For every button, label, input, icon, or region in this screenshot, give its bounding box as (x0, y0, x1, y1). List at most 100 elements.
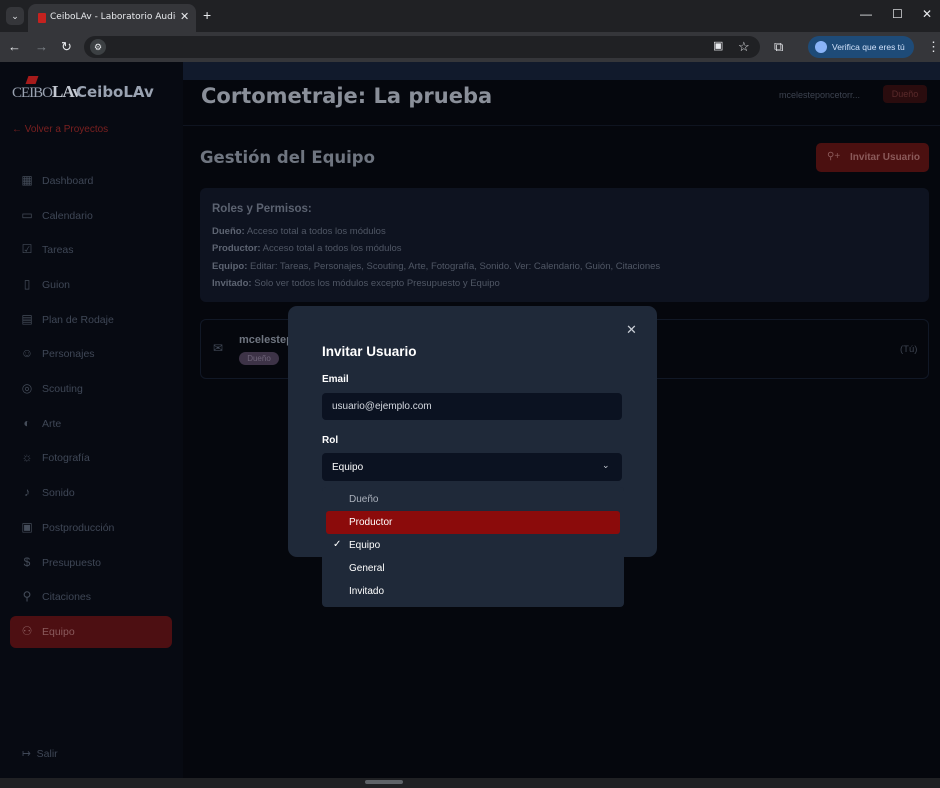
sidebar-item-label: Tareas (42, 244, 74, 256)
maximize-icon[interactable]: ☐ (892, 7, 903, 21)
favicon-icon (38, 13, 46, 23)
sidebar-item-sonido[interactable]: ♪ Sonido (10, 477, 172, 509)
site-settings-icon[interactable]: ⚙ (90, 39, 106, 55)
role-line-dueno: Dueño: Acceso total a todos los módulos (212, 226, 386, 237)
back-to-projects-link[interactable]: ← Volver a Proyectos (12, 124, 108, 135)
user-role-badge: Dueño (883, 85, 927, 103)
logout-button[interactable]: ↦ Salir (22, 748, 58, 760)
sidebar-item-postproduccion[interactable]: ▣ Postproducción (10, 512, 172, 544)
profile-verify-button[interactable]: Verifica que eres tú (808, 36, 914, 58)
app-name: CeiboLAv (76, 83, 154, 101)
profile-icon (815, 41, 827, 53)
calendar-icon: ▭ (21, 208, 33, 222)
bookmark-star-icon[interactable]: ☆ (738, 39, 750, 55)
rol-option-general[interactable]: General (326, 557, 620, 580)
option-label: Dueño (349, 494, 379, 505)
sidebar-item-label: Equipo (42, 626, 75, 638)
tab-close-icon[interactable]: ✕ (180, 10, 189, 23)
sidebar-item-label: Citaciones (42, 591, 92, 603)
sidebar-item-label: Scouting (42, 383, 83, 395)
smile-icon: ☺ (20, 346, 34, 360)
sidebar-item-label: Presupuesto (42, 557, 101, 569)
dashboard-icon: ▦ (21, 173, 33, 187)
sun-icon: ☼ (21, 450, 33, 464)
user-name: mcelesteponcetorr... (779, 90, 861, 100)
option-label: General (349, 563, 385, 574)
horizontal-scrollbar[interactable] (365, 780, 403, 784)
minimize-icon[interactable]: — (860, 7, 872, 21)
option-label: Equipo (349, 540, 381, 551)
invite-user-label: Invitar Usuario (850, 152, 921, 163)
rol-label: Rol (322, 435, 339, 446)
browser-tabstrip: ⌄ CeiboLAv - Laboratorio Audiovisual ✕ +… (0, 0, 940, 32)
sidebar-item-presupuesto[interactable]: $ Presupuesto (10, 547, 172, 579)
role-line-invitado: Invitado: Solo ver todos los módulos exc… (212, 278, 500, 289)
address-bar[interactable]: ⚙ (84, 36, 760, 58)
extensions-icon[interactable]: ⧉ (774, 39, 783, 55)
book-icon: ▯ (23, 277, 31, 291)
close-icon[interactable]: ✕ (626, 322, 637, 338)
browser-toolbar: ← → ↻ ⚙ ▣ ☆ ⧉ Verifica que eres tú ⋮ (0, 32, 940, 62)
browser-menu-icon[interactable]: ⋮ (927, 39, 940, 55)
palette-icon: ◐ (23, 416, 31, 430)
email-label: Email (322, 374, 349, 385)
users-icon: ⚇ (21, 624, 33, 638)
sidebar-item-arte[interactable]: ◐ Arte (10, 408, 172, 440)
logo: CEIBOLAv (12, 82, 81, 101)
member-name: mcelestep (239, 334, 293, 346)
bottom-bar (0, 778, 940, 788)
film-icon: ▤ (21, 312, 33, 326)
sidebar: CEIBOLAv CeiboLAv ← Volver a Proyectos ▦… (0, 62, 183, 778)
sidebar-item-label: Dashboard (42, 175, 94, 187)
rol-selected-value: Equipo (332, 462, 364, 473)
logout-icon: ↦ (22, 748, 31, 760)
sidebar-item-fotografia[interactable]: ☼ Fotografía (10, 442, 172, 474)
sidebar-item-citaciones[interactable]: ⚲ Citaciones (10, 581, 172, 613)
email-field[interactable] (322, 393, 622, 420)
window-close-icon[interactable]: ✕ (922, 7, 932, 21)
sidebar-item-label: Plan de Rodaje (42, 314, 114, 326)
role-line-productor: Productor: Acceso total a todos los módu… (212, 243, 402, 254)
checkbox-icon: ☑ (21, 242, 33, 256)
modal-title: Invitar Usuario (322, 344, 417, 359)
sidebar-item-tareas[interactable]: ☑ Tareas (10, 234, 172, 266)
member-role-badge: Dueño (239, 352, 279, 365)
sidebar-item-calendario[interactable]: ▭ Calendario (10, 200, 172, 232)
rol-select[interactable]: Equipo ⌄ (322, 453, 622, 481)
translate-icon[interactable]: ▣ (713, 39, 723, 52)
dollar-icon: $ (23, 555, 31, 569)
sidebar-item-label: Sonido (42, 487, 75, 499)
sidebar-item-label: Arte (42, 418, 62, 430)
sidebar-item-label: Fotografía (42, 452, 90, 464)
page-title: Cortometraje: La prueba (201, 84, 493, 108)
sidebar-item-label: Calendario (42, 210, 93, 222)
member-you-label: (Tú) (900, 344, 918, 355)
rol-option-productor[interactable]: Productor (326, 511, 620, 534)
sidebar-item-personajes[interactable]: ☺ Personajes (10, 338, 172, 370)
check-icon: ✓ (333, 539, 342, 550)
sidebar-item-equipo[interactable]: ⚇ Equipo (10, 616, 172, 648)
reload-icon[interactable]: ↻ (61, 39, 72, 55)
sidebar-item-scouting[interactable]: ◎ Scouting (10, 373, 172, 405)
back-arrow-icon[interactable]: ← (8, 39, 21, 54)
rol-option-invitado[interactable]: Invitado (326, 580, 620, 603)
roles-title: Roles y Permisos: (212, 203, 312, 215)
rol-option-dueno[interactable]: Dueño (326, 488, 620, 511)
sidebar-item-guion[interactable]: ▯ Guion (10, 269, 172, 301)
rol-option-equipo[interactable]: ✓ Equipo (326, 534, 620, 557)
forward-arrow-icon[interactable]: → (35, 39, 48, 54)
new-tab-icon[interactable]: + (203, 7, 211, 23)
sidebar-item-plan-de-rodaje[interactable]: ▤ Plan de Rodaje (10, 304, 172, 336)
user-plus-icon: ⚲ (22, 589, 32, 603)
rol-dropdown-list: Dueño Productor ✓ Equipo General Invitado (322, 487, 624, 607)
sidebar-item-dashboard[interactable]: ▦ Dashboard (10, 165, 172, 197)
tab-search-icon[interactable]: ⌄ (6, 7, 24, 25)
page-header: Cortometraje: La prueba mcelesteponcetor… (183, 80, 940, 126)
profile-label: Verifica que eres tú (832, 42, 905, 52)
mail-icon: ✉ (213, 341, 224, 355)
clapperboard-icon: ▣ (21, 520, 33, 534)
logout-label: Salir (36, 748, 58, 760)
microphone-icon: ♪ (24, 485, 30, 499)
browser-tab[interactable]: CeiboLAv - Laboratorio Audiovisual ✕ (28, 4, 196, 32)
invite-user-button[interactable]: ⚲+ Invitar Usuario (816, 143, 929, 172)
